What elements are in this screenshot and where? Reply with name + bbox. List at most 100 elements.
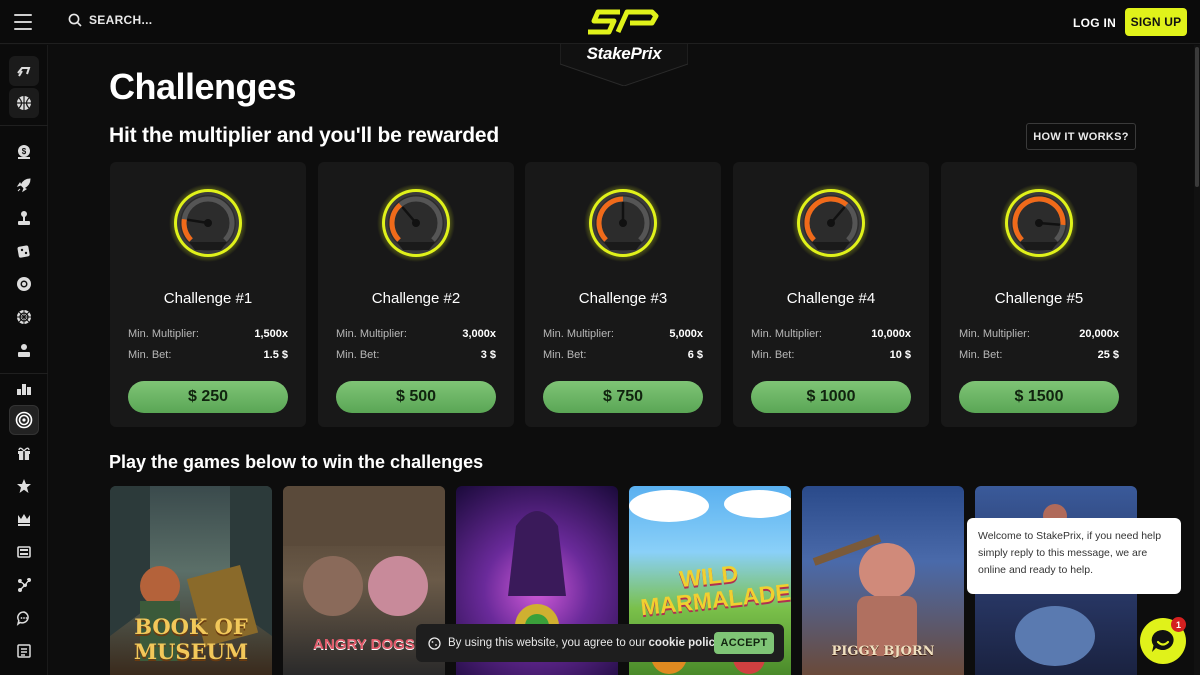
min-multiplier-row: Min. Multiplier: 5,000x <box>543 328 703 340</box>
speedometer-gauge-icon <box>377 184 455 262</box>
min-multiplier-row-value: 10,000x <box>871 328 911 340</box>
page-subtitle: Hit the multiplier and you'll be rewarde… <box>109 124 500 147</box>
challenge-card: Challenge #1 Min. Multiplier: 1,500x Min. B… <box>110 162 306 427</box>
chat-icon <box>16 611 29 626</box>
logo-text: StakePrix <box>586 44 662 63</box>
challenge-title: Challenge #2 <box>371 290 461 307</box>
min-multiplier-row-value: 5,000x <box>669 328 703 340</box>
challenge-title: Challenge #3 <box>578 290 668 307</box>
affiliate-icon <box>18 578 31 592</box>
game-title-text: PIGGY BJORN <box>831 644 935 659</box>
cookie-text: By using this website, you agree to our <box>448 637 646 649</box>
sidebar-item-live[interactable] <box>9 335 39 365</box>
min-multiplier-row: Min. Multiplier: 10,000x <box>751 328 911 340</box>
min-bet-row-value: 1.5 $ <box>263 349 288 361</box>
poker-chip-icon <box>17 277 31 291</box>
sidebar-item-favorites[interactable] <box>9 471 39 501</box>
min-multiplier-row-label: Min. Multiplier: <box>128 328 199 340</box>
cookie-banner: By using this website, you agree to our … <box>416 624 784 662</box>
min-bet-row-value: 25 $ <box>1097 349 1119 361</box>
sidebar-item-vip[interactable] <box>9 504 39 534</box>
min-multiplier-row-value: 1,500x <box>254 328 288 340</box>
prize-button[interactable]: $ 1500 <box>959 381 1119 413</box>
min-bet-row: Min. Bet: 1.5 $ <box>128 349 288 361</box>
basketball-icon <box>17 96 31 110</box>
sidebar-item-news[interactable] <box>9 537 39 567</box>
min-bet-row-value: 10 $ <box>889 349 911 361</box>
menu-icon[interactable] <box>14 14 32 30</box>
live-dealer-icon <box>18 344 30 357</box>
accept-cookies-button[interactable]: ACCEPT <box>714 632 774 654</box>
chat-unread-badge: 1 <box>1171 617 1186 632</box>
speedometer-gauge-icon <box>584 184 662 262</box>
challenge-title: Challenge #5 <box>994 290 1084 307</box>
casino-chip-icon: $ <box>18 145 30 159</box>
min-multiplier-row: Min. Multiplier: 1,500x <box>128 328 288 340</box>
sidebar-item-promotions[interactable] <box>9 438 39 468</box>
gift-icon <box>18 447 30 460</box>
min-multiplier-row-value: 3,000x <box>462 328 496 340</box>
min-multiplier-row-label: Min. Multiplier: <box>751 328 822 340</box>
challenges-target-icon <box>15 411 33 429</box>
prize-button[interactable]: $ 1000 <box>751 381 911 413</box>
prize-button[interactable]: $ 500 <box>336 381 496 413</box>
blog-icon <box>17 644 31 658</box>
search-button[interactable]: SEARCH... <box>68 13 152 27</box>
prize-button[interactable]: $ 750 <box>543 381 703 413</box>
scrollbar-thumb[interactable] <box>1195 47 1199 187</box>
sidebar-item-roulette[interactable] <box>9 302 39 332</box>
search-icon <box>68 13 82 27</box>
speedometer-gauge-icon <box>1000 184 1078 262</box>
challenge-title: Challenge #4 <box>786 290 876 307</box>
sidebar-item-poker[interactable] <box>9 269 39 299</box>
login-button[interactable]: LOG IN <box>1073 16 1116 30</box>
sports-icon <box>17 67 31 77</box>
sidebar-item-crash[interactable] <box>9 170 39 200</box>
sidebar-item-affiliate[interactable] <box>9 570 39 600</box>
sidebar-item-challenges[interactable] <box>9 405 39 435</box>
game-tile-piggy-bjorn[interactable]: PIGGY BJORN <box>802 486 964 675</box>
min-bet-row-label: Min. Bet: <box>128 349 172 361</box>
min-bet-row-label: Min. Bet: <box>543 349 587 361</box>
sidebar-item-blog[interactable] <box>9 636 39 666</box>
rocket-icon <box>16 178 31 193</box>
news-icon <box>17 546 31 558</box>
chat-welcome-message[interactable]: Welcome to StakePrix, if you need help s… <box>967 518 1181 594</box>
challenge-card: Challenge #4 Min. Multiplier: 10,000x Min. … <box>733 162 929 427</box>
dice-icon <box>17 245 30 258</box>
challenge-title: Challenge #1 <box>163 290 253 307</box>
logo[interactable]: StakePrix <box>560 0 688 86</box>
game-title-text: BOOK OF MUSEUM <box>133 614 249 664</box>
joystick-icon <box>18 211 30 225</box>
min-bet-row: Min. Bet: 10 $ <box>751 349 911 361</box>
min-bet-row: Min. Bet: 3 $ <box>336 349 496 361</box>
min-multiplier-row-label: Min. Multiplier: <box>959 328 1030 340</box>
games-section-title: Play the games below to win the challeng… <box>109 452 484 472</box>
sidebar-item-sports[interactable] <box>9 56 39 86</box>
challenge-card: Challenge #3 Min. Multiplier: 5,000x Min. B… <box>525 162 721 427</box>
sidebar-item-casino[interactable]: $ <box>9 137 39 167</box>
min-multiplier-row-value: 20,000x <box>1079 328 1119 340</box>
game-tile-book-of-museum[interactable]: BOOK OF MUSEUM <box>110 486 272 675</box>
crown-icon <box>18 514 30 526</box>
sidebar-item-dice[interactable] <box>9 236 39 266</box>
min-multiplier-row-label: Min. Multiplier: <box>336 328 407 340</box>
min-bet-row-label: Min. Bet: <box>751 349 795 361</box>
leaderboard-icon <box>17 384 31 395</box>
min-bet-row-label: Min. Bet: <box>336 349 380 361</box>
sidebar-item-chat[interactable] <box>9 603 39 633</box>
sidebar-item-leaderboard[interactable] <box>9 373 39 403</box>
challenge-card: Challenge #2 Min. Multiplier: 3,000x Min. B… <box>318 162 514 427</box>
min-bet-row: Min. Bet: 25 $ <box>959 349 1119 361</box>
sidebar-item-arcade[interactable] <box>9 203 39 233</box>
how-it-works-button[interactable]: HOW IT WORKS? <box>1026 123 1136 150</box>
sidebar-item-basketball[interactable] <box>9 88 39 118</box>
min-multiplier-row: Min. Multiplier: 3,000x <box>336 328 496 340</box>
svg-text:$: $ <box>22 147 27 156</box>
cookie-icon <box>428 636 441 650</box>
min-multiplier-row: Min. Multiplier: 20,000x <box>959 328 1119 340</box>
signup-button[interactable]: SIGN UP <box>1125 8 1187 36</box>
min-bet-row-value: 3 $ <box>480 349 496 361</box>
prize-button[interactable]: $ 250 <box>128 381 288 413</box>
cookie-policy-link[interactable]: cookie policy <box>649 637 722 649</box>
